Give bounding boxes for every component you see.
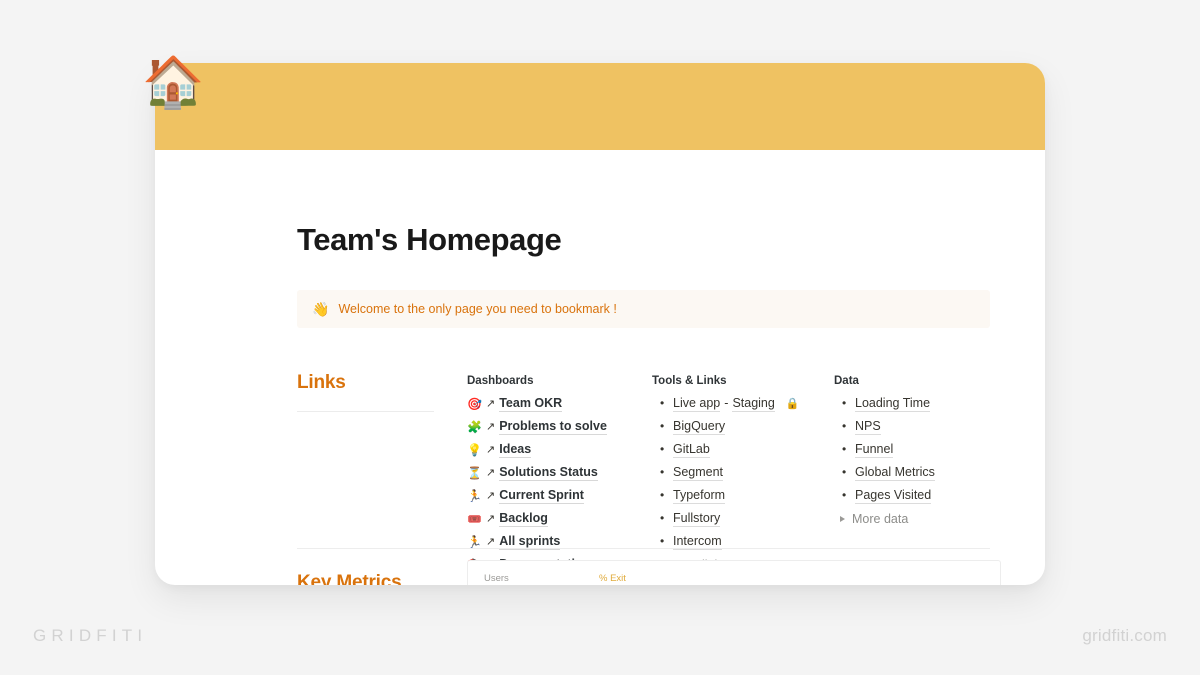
waving-hand-icon: 👋: [312, 301, 330, 317]
page-title[interactable]: Team's Homepage: [297, 222, 1001, 258]
external-link-arrow-icon: ↗: [486, 489, 496, 502]
hourglass-icon: ⏳: [467, 466, 482, 480]
chevron-right-icon[interactable]: [840, 516, 845, 522]
bullet-icon: •: [660, 534, 665, 548]
page-cover-banner[interactable]: [155, 63, 1045, 150]
watermark-gridfiti: GRIDFITI: [33, 626, 148, 645]
external-link-arrow-icon: ↗: [486, 397, 496, 410]
links-heading: Links: [297, 372, 346, 393]
link-label[interactable]: BigQuery: [673, 419, 726, 435]
puzzle-piece-icon: 🧩: [467, 420, 482, 434]
dashboards-column-title: Dashboards: [467, 375, 534, 387]
ticket-icon: 🎟️: [467, 512, 482, 526]
house-icon[interactable]: 🏠: [142, 57, 204, 107]
link-label[interactable]: Segment: [673, 465, 724, 481]
bullet-icon: •: [660, 442, 665, 456]
link-label[interactable]: Ideas: [499, 442, 532, 458]
list-item-gitlab[interactable]: • GitLab: [652, 442, 834, 458]
list-item-segment[interactable]: • Segment: [652, 465, 834, 481]
metric-exit-label: % Exit: [599, 573, 626, 584]
light-bulb-icon: 💡: [467, 443, 482, 457]
list-item-live-app[interactable]: • Live app - Staging 🔒: [652, 396, 834, 412]
watermark-gridfiti-url: gridfiti.com: [1082, 626, 1167, 645]
list-item-typeform[interactable]: • Typeform: [652, 488, 834, 504]
metric-users-label: Users: [484, 573, 509, 584]
link-label[interactable]: Pages Visited: [855, 488, 932, 504]
list-item-global-metrics[interactable]: • Global Metrics: [834, 465, 994, 481]
metric-date-range[interactable]: 1 juil. 2020 - 22 juil. 2021: [774, 573, 902, 585]
data-column-title: Data: [834, 375, 859, 387]
notion-page-card: Team's Homepage 👋 Welcome to the only pa…: [155, 63, 1045, 585]
external-link-arrow-icon: ↗: [486, 443, 496, 456]
list-item-loading-time[interactable]: • Loading Time: [834, 396, 994, 412]
link-row-current-sprint[interactable]: 🏃 ↗ Current Sprint: [467, 488, 652, 504]
callout-text: Welcome to the only page you need to boo…: [338, 302, 617, 316]
metric-exit: % Exit 10.13 %: [599, 573, 774, 585]
bullet-icon: •: [842, 396, 847, 410]
toggle-more-data[interactable]: More data: [834, 511, 994, 527]
list-item-fullstory[interactable]: • Fullstory: [652, 511, 834, 527]
link-row-backlog[interactable]: 🎟️ ↗ Backlog: [467, 511, 652, 527]
external-link-arrow-icon: ↗: [486, 420, 496, 433]
bullet-icon: •: [842, 488, 847, 502]
link-row-solutions-status[interactable]: ⏳ ↗ Solutions Status: [467, 465, 652, 481]
link-label[interactable]: Fullstory: [673, 511, 721, 527]
data-column: Data • Loading Time • NPS • Funnel • Glo…: [834, 372, 994, 534]
link-label[interactable]: Typeform: [673, 488, 726, 504]
list-item-bigquery[interactable]: • BigQuery: [652, 419, 834, 435]
runner-icon: 🏃: [467, 489, 482, 503]
list-item-funnel[interactable]: • Funnel: [834, 442, 994, 458]
link-label[interactable]: Live app: [673, 396, 721, 412]
metric-users: Users 53 792: [484, 573, 599, 585]
key-metrics-region: Key Metrics Users 53 792 % Exit 10.13 % …: [297, 560, 1001, 585]
welcome-callout[interactable]: 👋 Welcome to the only page you need to b…: [297, 290, 990, 328]
list-item-nps[interactable]: • NPS: [834, 419, 994, 435]
links-heading-column: Links: [297, 372, 467, 412]
link-label-staging[interactable]: Staging: [732, 396, 775, 412]
link-label[interactable]: GitLab: [673, 442, 710, 458]
external-link-arrow-icon: ↗: [486, 535, 496, 548]
link-separator: -: [724, 396, 729, 410]
external-link-arrow-icon: ↗: [486, 466, 496, 479]
lock-icon: 🔒: [785, 398, 800, 410]
dart-icon: 🎯: [467, 397, 482, 411]
bullet-icon: •: [660, 419, 665, 433]
link-label[interactable]: Current Sprint: [499, 488, 584, 504]
link-label[interactable]: NPS: [855, 419, 881, 435]
bullet-icon: •: [660, 396, 665, 410]
external-link-arrow-icon: ↗: [486, 512, 496, 525]
key-metrics-heading: Key Metrics: [297, 572, 402, 585]
runner-icon: 🏃: [467, 535, 482, 549]
links-heading-divider: [297, 411, 434, 412]
link-label[interactable]: Loading Time: [855, 396, 931, 412]
bullet-icon: •: [660, 465, 665, 479]
link-label[interactable]: Team OKR: [499, 396, 563, 412]
tools-column-title: Tools & Links: [652, 375, 727, 387]
link-label[interactable]: Solutions Status: [499, 465, 598, 481]
list-item-pages-visited[interactable]: • Pages Visited: [834, 488, 994, 504]
bullet-icon: •: [842, 465, 847, 479]
link-row-ideas[interactable]: 💡 ↗ Ideas: [467, 442, 652, 458]
link-label[interactable]: Problems to solve: [499, 419, 607, 435]
link-row-problems-to-solve[interactable]: 🧩 ↗ Problems to solve: [467, 419, 652, 435]
link-row-team-okr[interactable]: 🎯 ↗ Team OKR: [467, 396, 652, 412]
key-metrics-panel[interactable]: Users 53 792 % Exit 10.13 % 1 juil. 2020…: [467, 560, 1001, 585]
page-body: Team's Homepage 👋 Welcome to the only pa…: [155, 222, 1045, 580]
bullet-icon: •: [842, 442, 847, 456]
bullet-icon: •: [660, 488, 665, 502]
toggle-label[interactable]: More data: [852, 512, 908, 526]
link-label[interactable]: Global Metrics: [855, 465, 935, 481]
bullet-icon: •: [660, 511, 665, 525]
key-metrics-divider: [297, 548, 990, 549]
link-label[interactable]: Backlog: [499, 511, 548, 527]
bullet-icon: •: [842, 419, 847, 433]
link-label[interactable]: Funnel: [855, 442, 894, 458]
